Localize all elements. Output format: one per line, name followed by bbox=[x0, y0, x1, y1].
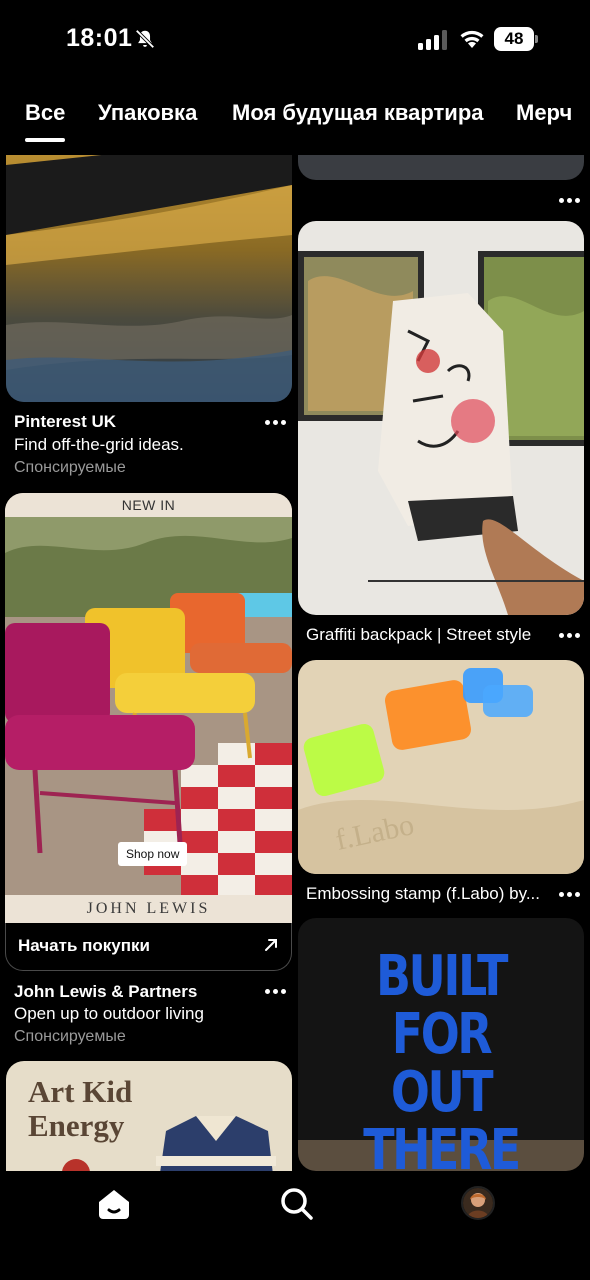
bottom-navigation bbox=[0, 1171, 590, 1280]
sponsored-label: Спонсируемые bbox=[14, 1028, 126, 1045]
start-shopping-cta[interactable]: Начать покупки bbox=[5, 923, 292, 971]
more-options-icon[interactable] bbox=[265, 988, 287, 996]
home-icon[interactable] bbox=[97, 1188, 131, 1220]
pin-title[interactable]: Embossing stamp (f.Labo) by... bbox=[306, 884, 540, 904]
pin-image-outdoor-chairs[interactable]: NEW IN Shop now JOHN LEWIS bbox=[5, 493, 292, 923]
pin-image-built-for-out-there[interactable]: BUILT FOR OUT THERE bbox=[298, 918, 584, 1171]
brand-footer: JOHN LEWIS bbox=[5, 895, 292, 923]
pin-image-embossing-stamp[interactable]: f.Labo bbox=[298, 660, 584, 874]
more-options-icon[interactable] bbox=[559, 197, 581, 205]
status-time: 18:01 bbox=[66, 24, 133, 52]
battery-level: 48 bbox=[494, 27, 534, 51]
pin-description: Open up to outdoor living bbox=[14, 1004, 204, 1023]
pin-image-art-kid[interactable]: Art Kid Energy bbox=[6, 1061, 292, 1171]
image-text-line: OUT THERE bbox=[363, 1060, 521, 1172]
sponsored-label: Спонсируемые bbox=[14, 459, 126, 476]
backpack-photo bbox=[298, 221, 584, 615]
tab-future-apartment[interactable]: Моя будущая квартира bbox=[232, 100, 484, 126]
pin-feed: Pinterest UK Find off-the-grid ideas. Сп… bbox=[0, 155, 590, 1171]
shop-now-button[interactable]: Shop now bbox=[118, 842, 188, 866]
avatar-image bbox=[463, 1188, 493, 1218]
image-text-line: Energy bbox=[28, 1108, 125, 1143]
board-tabs: Все Упаковка Моя будущая квартира Мерч bbox=[0, 96, 590, 150]
pin-title[interactable]: Pinterest UK bbox=[14, 412, 116, 432]
tab-selected-indicator bbox=[25, 138, 65, 142]
image-text-line: BUILT FOR bbox=[375, 944, 509, 1067]
profile-avatar[interactable] bbox=[461, 1186, 495, 1220]
pin-image-water-boat[interactable] bbox=[6, 155, 292, 402]
pin-image-graffiti-backpack[interactable] bbox=[298, 221, 584, 615]
pin-title[interactable]: John Lewis & Partners bbox=[14, 982, 197, 1002]
external-arrow-icon bbox=[265, 939, 277, 951]
tab-merch[interactable]: Мерч bbox=[516, 100, 572, 126]
new-in-badge: NEW IN bbox=[5, 493, 292, 517]
cta-label: Начать покупки bbox=[18, 936, 150, 955]
more-options-icon[interactable] bbox=[559, 632, 581, 640]
image-text-line: Art Kid bbox=[28, 1074, 133, 1109]
tab-all[interactable]: Все bbox=[25, 100, 65, 126]
more-options-icon[interactable] bbox=[265, 419, 287, 427]
search-icon[interactable] bbox=[279, 1186, 315, 1222]
more-options-icon[interactable] bbox=[559, 891, 581, 899]
status-bar: 18:01 48 bbox=[0, 0, 590, 80]
pin-description: Find off-the-grid ideas. bbox=[14, 435, 184, 454]
water-photo bbox=[6, 155, 292, 402]
wifi-icon bbox=[460, 30, 484, 48]
stamp-photo: f.Labo bbox=[298, 660, 584, 874]
battery-icon: 48 bbox=[494, 27, 538, 51]
tab-packaging[interactable]: Упаковка bbox=[98, 100, 197, 126]
pin-title[interactable]: Graffiti backpack | Street style bbox=[306, 625, 531, 645]
cellular-signal-icon bbox=[418, 30, 447, 50]
bell-muted-icon bbox=[135, 29, 155, 49]
pin-image-top-cut[interactable] bbox=[298, 155, 584, 180]
